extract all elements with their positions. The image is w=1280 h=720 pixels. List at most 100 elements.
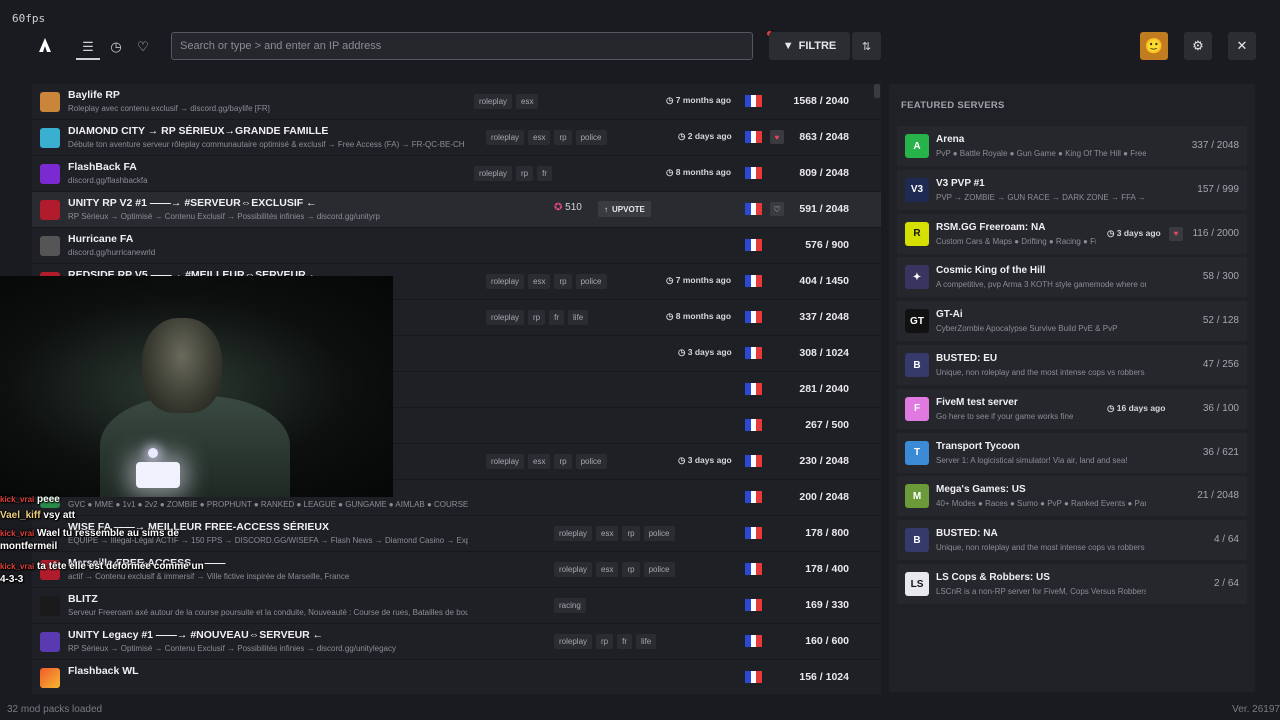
featured-server-row[interactable]: LS LS Cops & Robbers: US LSCnR is a non-RP… <box>897 564 1247 604</box>
featured-server-row[interactable]: B BUSTED: EU Unique, non roleplay and the … <box>897 345 1247 385</box>
server-tag[interactable]: life <box>568 310 589 325</box>
server-tag[interactable]: police <box>575 274 607 289</box>
fivem-logo-icon[interactable] <box>36 36 56 56</box>
server-name: Baylife RP <box>68 89 120 101</box>
server-tags: roleplay esx rp police <box>554 526 675 541</box>
server-tag[interactable]: rp <box>622 526 640 541</box>
server-tag[interactable]: roleplay <box>474 94 513 109</box>
server-name: DIAMOND CITY → RP SÉRIEUX→GRANDE FAMILLE <box>68 125 329 137</box>
server-tag[interactable]: esx <box>596 562 619 577</box>
server-row[interactable]: UNITY Legacy #1 ——→ #NOUVEAU⇔SERVEUR ← RP… <box>32 624 881 660</box>
upvote-button[interactable]: ↑ UPVOTE <box>598 201 651 217</box>
user-avatar[interactable]: 🙂 <box>1140 32 1168 60</box>
settings-button[interactable]: ⚙ <box>1184 32 1212 60</box>
server-name: BLITZ <box>68 593 98 605</box>
server-icon <box>40 92 60 112</box>
history-icon[interactable]: ◷ <box>105 36 127 58</box>
server-tag[interactable]: roleplay <box>474 166 513 181</box>
server-tag[interactable]: esx <box>528 454 551 469</box>
server-tag[interactable]: roleplay <box>486 454 525 469</box>
player-count: 809 / 2048 <box>799 167 849 179</box>
server-description: Roleplay avec contenu exclusif → discord… <box>68 104 270 113</box>
server-description: RP Sérieux → Optimisé → Contenu Exclusif… <box>68 644 396 653</box>
server-tag[interactable]: police <box>575 454 607 469</box>
server-tag[interactable]: rp <box>596 634 614 649</box>
featured-server-row[interactable]: F FiveM test server Go here to see if your… <box>897 388 1247 429</box>
servers-list-icon[interactable]: ☰ <box>77 36 99 58</box>
filter-button[interactable]: ▼ FILTRE <box>769 32 850 60</box>
france-flag-icon <box>745 131 763 143</box>
server-tag[interactable]: police <box>575 130 607 145</box>
featured-servers-panel: FEATURED SERVERS A Arena PvP ● Battle Roya… <box>889 84 1255 692</box>
favorites-heart-icon[interactable]: ♡ <box>132 36 154 58</box>
server-tag[interactable]: rp <box>528 310 546 325</box>
server-tags: roleplay esx rp police <box>486 130 607 145</box>
featured-server-row[interactable]: R RSM.GG Freeroam: NA Custom Cars & Maps ●… <box>897 213 1247 254</box>
server-tag[interactable]: rp <box>622 562 640 577</box>
version-label: Ver. 26197 <box>1232 704 1280 715</box>
favorite-heart-icon[interactable]: ♡ <box>770 202 784 216</box>
filter-button-label: FILTRE <box>798 40 837 52</box>
last-seen-text: 3 days ago <box>1116 227 1161 238</box>
featured-server-row[interactable]: GT GT-Ai CyberZombie Apocalypse Survive Bu… <box>897 301 1247 342</box>
last-seen-label: ◷ 3 days ago <box>678 455 732 466</box>
featured-server-row[interactable]: T Transport Tycoon Server 1: A logicistica… <box>897 432 1247 473</box>
server-row[interactable]: Flashback WL 156 / 1024 <box>32 660 881 694</box>
favorite-heart-icon[interactable]: ♥ <box>770 130 784 144</box>
list-scrollbar[interactable] <box>874 84 880 98</box>
player-count: 1568 / 2040 <box>793 95 849 107</box>
server-tag[interactable]: roleplay <box>554 634 593 649</box>
sort-button[interactable]: ⇅ <box>852 32 881 60</box>
featured-server-name: FiveM test server <box>936 396 1018 408</box>
featured-server-row[interactable]: A Arena PvP ● Battle Royale ● Gun Game ● K… <box>897 126 1247 166</box>
server-tag[interactable]: roleplay <box>486 310 525 325</box>
mod-packs-status: 32 mod packs loaded <box>7 704 103 715</box>
close-button[interactable]: ✕ <box>1228 32 1256 60</box>
server-tag[interactable]: rp <box>554 130 572 145</box>
server-tag[interactable]: roleplay <box>554 562 593 577</box>
server-tags: roleplay rp fr life <box>486 310 589 325</box>
server-tag[interactable]: roleplay <box>486 130 525 145</box>
search-input[interactable]: Search or type > and enter an IP address <box>171 32 753 60</box>
server-tag[interactable]: police <box>643 526 675 541</box>
featured-server-row[interactable]: V3 V3 PVP #1 PVP → ZOMBIE → GUN RACE → DAR… <box>897 169 1247 210</box>
server-tag[interactable]: esx <box>528 274 551 289</box>
server-tag[interactable]: police <box>643 562 675 577</box>
server-row[interactable]: UNITY RP V2 #1 ——→ #SERVEUR⇔EXCLUSIF ← RP… <box>32 192 881 228</box>
player-count: 2 / 64 <box>1213 578 1239 589</box>
france-flag-icon <box>745 275 763 287</box>
server-row[interactable]: FlashBack FA discord.gg/flashbackfa rolepl… <box>32 156 881 192</box>
featured-server-icon: R <box>905 221 929 246</box>
featured-server-row[interactable]: B BUSTED: NA Unique, non roleplay and the … <box>897 520 1247 561</box>
server-row[interactable]: Hurricane FA discord.gg/hurricanewrld 576 … <box>32 228 881 264</box>
server-tag[interactable]: fr <box>537 166 553 181</box>
server-tag[interactable]: racing <box>554 598 586 613</box>
last-seen-text: 7 months ago <box>675 95 732 105</box>
server-tag[interactable]: fr <box>549 310 565 325</box>
server-row[interactable]: Baylife RP Roleplay avec contenu exclusif… <box>32 84 881 120</box>
server-tag[interactable]: rp <box>516 166 534 181</box>
last-seen-text: 3 days ago <box>687 455 732 465</box>
last-seen-label: ◷ 2 days ago <box>678 131 732 142</box>
server-row[interactable]: DIAMOND CITY → RP SÉRIEUX→GRANDE FAMILLE… <box>32 120 881 156</box>
france-flag-icon <box>745 455 763 467</box>
server-tag[interactable]: esx <box>516 94 539 109</box>
featured-server-name: BUSTED: EU <box>936 353 998 364</box>
server-tag[interactable]: rp <box>554 454 572 469</box>
server-tag[interactable]: roleplay <box>486 274 525 289</box>
favorite-heart-icon[interactable]: ♥ <box>1169 226 1183 241</box>
server-tag[interactable]: life <box>636 634 657 649</box>
chat-user: kick_vrai <box>0 495 35 504</box>
server-tag[interactable]: esx <box>528 130 551 145</box>
server-name: Hurricane FA <box>68 233 134 245</box>
server-tag[interactable]: roleplay <box>554 526 593 541</box>
featured-server-row[interactable]: ✦ Cosmic King of the Hill A competitive, p… <box>897 257 1247 298</box>
server-tag[interactable]: esx <box>596 526 619 541</box>
featured-server-row[interactable]: M Mega's Games: US 40+ Modes ● Races ● Sum… <box>897 476 1247 517</box>
server-icon <box>40 596 60 616</box>
server-tag[interactable]: rp <box>554 274 572 289</box>
server-tag[interactable]: fr <box>617 634 633 649</box>
server-icon <box>40 668 60 688</box>
server-row[interactable]: BLITZ Serveur Freeroam axé autour de la c… <box>32 588 881 624</box>
clock-icon: ◷ <box>678 131 688 141</box>
